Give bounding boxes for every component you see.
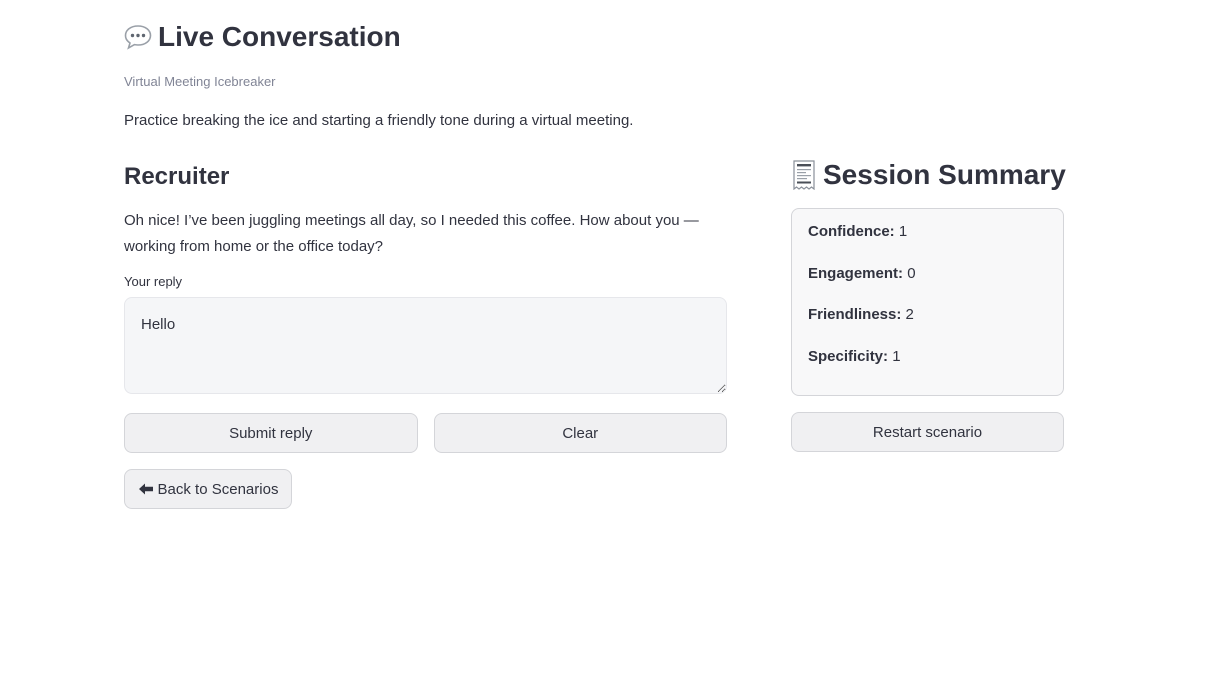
metric-label: Friendliness: [808, 306, 902, 323]
reply-actions: Submit reply Clear [124, 413, 727, 453]
reply-textarea[interactable]: Hello [124, 297, 727, 394]
speech-bubble-icon [124, 23, 152, 51]
app-page: Live Conversation Virtual Meeting Icebre… [0, 0, 1218, 680]
metric-value: 2 [905, 306, 914, 323]
metric-specificity: Specificity: 1 [808, 347, 1047, 367]
receipt-icon [791, 160, 817, 190]
metric-label: Confidence: [808, 223, 895, 240]
page-title-text: Live Conversation [158, 21, 401, 52]
session-summary-panel: Session Summary Confidence: 1 Engagement… [791, 156, 1066, 452]
page-title: Live Conversation [124, 18, 401, 56]
back-button-label: Back to Scenarios [157, 480, 279, 498]
speaker-heading: Recruiter [124, 163, 230, 190]
metric-label: Engagement: [808, 264, 904, 282]
left-arrow-icon [138, 482, 154, 496]
metric-value: 1 [898, 223, 908, 240]
back-to-scenarios-button[interactable]: Back to Scenarios [124, 469, 292, 509]
conversation-panel: Recruiter Oh nice! I’ve been juggling me… [124, 160, 727, 509]
scenario-subtitle: Virtual Meeting Icebreaker [124, 74, 276, 89]
scenario-description: Practice breaking the ice and starting a… [124, 112, 634, 129]
clear-button[interactable]: Clear [433, 413, 727, 453]
speaker-message: Oh nice! I’ve been juggling meetings all… [124, 212, 699, 255]
reply-label: Your reply [124, 274, 183, 289]
summary-metrics-box: Confidence: 1 Engagement: 0 Friendliness… [791, 208, 1064, 396]
metric-label: Specificity: [808, 347, 889, 365]
metric-confidence: Confidence: 1 [808, 222, 1047, 242]
session-summary-title-text: Session Summary [823, 159, 1066, 190]
metric-friendliness: Friendliness: 2 [808, 305, 1047, 325]
metric-value: 0 [907, 264, 916, 282]
submit-reply-button[interactable]: Submit reply [124, 413, 418, 453]
restart-scenario-button[interactable]: Restart scenario [791, 412, 1064, 452]
session-summary-title: Session Summary [791, 156, 1066, 194]
metric-engagement: Engagement: 0 [808, 264, 1047, 284]
metric-value: 1 [892, 347, 901, 365]
